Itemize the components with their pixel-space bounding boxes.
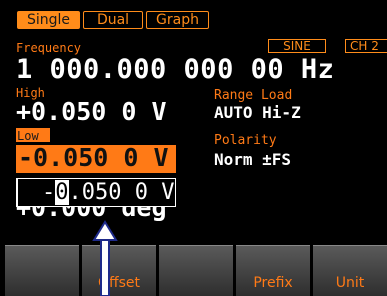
edit-cursor-digit[interactable]: 0	[55, 180, 69, 205]
generator-screen: Single Dual Graph Frequency 1 000.000 00…	[0, 0, 387, 296]
high-value[interactable]: +0.050 0 V	[16, 98, 167, 126]
frequency-value[interactable]: 1 000.000 000 00 Hz	[16, 55, 334, 85]
channel-indicator: CH 2	[345, 39, 387, 53]
polarity-label: Polarity	[214, 133, 277, 148]
range-load-value[interactable]: AUTO Hi-Z	[214, 103, 301, 122]
tab-single[interactable]: Single	[17, 11, 80, 29]
waveform-indicator: SINE	[268, 39, 326, 53]
low-edit-field[interactable]: -0.050 0 V	[16, 178, 176, 207]
softkey-1[interactable]	[5, 245, 79, 296]
softkey-3[interactable]	[159, 245, 233, 296]
low-label: Low	[17, 129, 39, 143]
edit-field-text: -0.050 0 V	[42, 180, 174, 206]
tab-dual[interactable]: Dual	[83, 11, 143, 29]
annotation-arrow-icon	[92, 220, 118, 296]
frequency-label: Frequency	[16, 41, 82, 55]
range-load-label: Range Load	[214, 88, 293, 103]
polarity-value[interactable]: Norm ±FS	[214, 150, 291, 169]
edit-sign: -	[42, 180, 56, 205]
softkey-unit[interactable]: Unit	[313, 245, 387, 296]
tab-graph[interactable]: Graph	[146, 11, 209, 29]
low-value[interactable]: -0.050 0 V	[18, 144, 169, 172]
edit-remaining-digits: .050 0 V	[68, 180, 175, 205]
softkey-prefix[interactable]: Prefix	[236, 245, 310, 296]
